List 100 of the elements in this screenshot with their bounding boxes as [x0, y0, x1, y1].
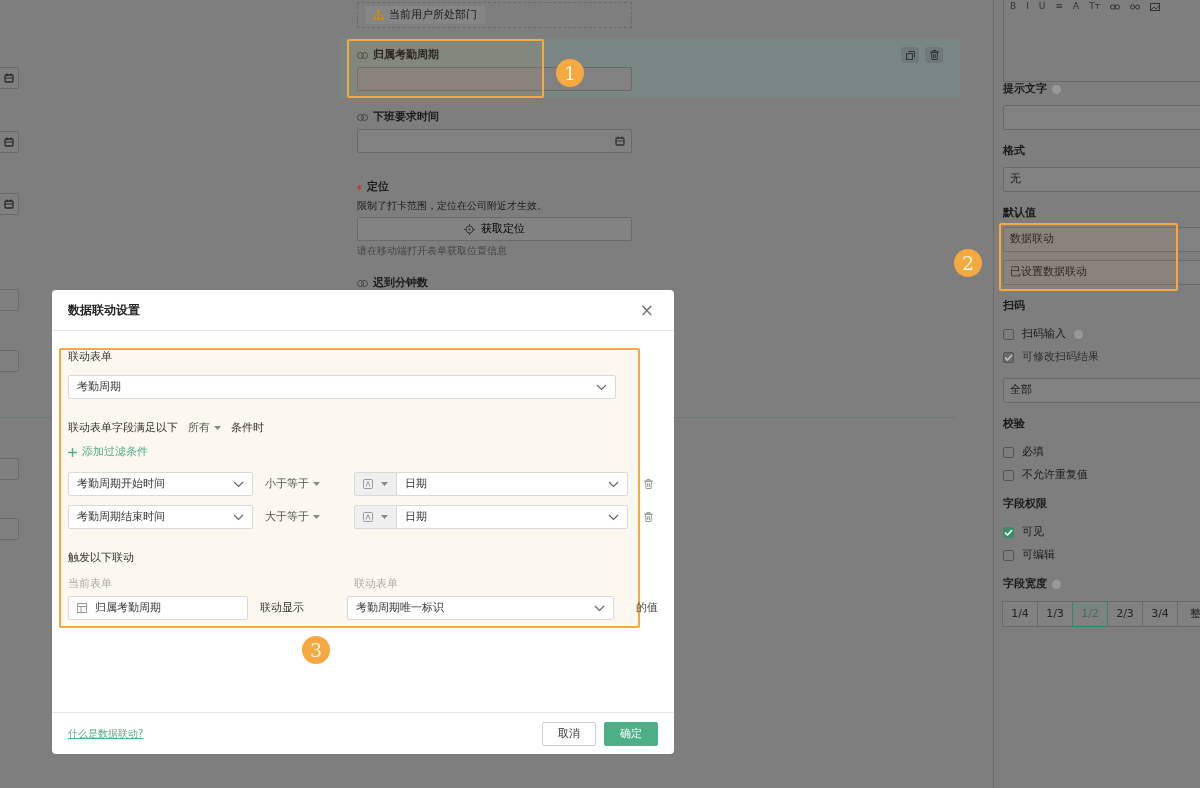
trash-icon	[644, 479, 653, 489]
section-label: 触发以下联动	[68, 551, 135, 565]
section-label: 提示文字	[1003, 80, 1047, 97]
field-select[interactable]: 考勤周期开始时间	[68, 472, 253, 496]
section-label: 字段权限	[1003, 495, 1047, 512]
caret-down-icon	[313, 482, 320, 486]
plus-icon	[68, 447, 77, 457]
width-option[interactable]: 1/3	[1037, 601, 1073, 627]
calendar-icon	[615, 136, 625, 146]
value-select[interactable]: 日期	[397, 472, 628, 496]
form-select[interactable]: 考勤周期	[68, 375, 616, 399]
checkbox-label: 可修改扫码结果	[1022, 348, 1099, 365]
toolbar-button[interactable]: A	[1073, 2, 1080, 11]
unlink-icon	[1129, 2, 1140, 11]
get-location-button[interactable]: 获取定位	[357, 217, 632, 241]
input-field[interactable]	[357, 67, 632, 91]
section-label: 联动表单	[68, 350, 113, 364]
department-chip[interactable]: 当前用户所处部门	[365, 6, 485, 24]
select-field[interactable]: 数据联动	[1003, 227, 1200, 252]
text-type-icon	[363, 512, 373, 522]
width-option[interactable]: 整	[1177, 601, 1200, 627]
help-link[interactable]: 什么是数据联动?	[68, 726, 144, 741]
checkbox[interactable]	[1003, 446, 1014, 458]
delete-button[interactable]	[644, 479, 653, 489]
match-mode-dropdown[interactable]: 所有	[188, 419, 221, 437]
link-icon	[357, 279, 368, 287]
caret-down-icon	[313, 515, 320, 519]
checkbox-label: 可编辑	[1022, 546, 1055, 563]
field-label: 下班要求时间	[373, 108, 439, 125]
status-field: 已设置数据联动	[1003, 260, 1200, 285]
chevron-down-icon	[608, 513, 619, 521]
caret-down-icon	[381, 515, 388, 519]
condition-text: 条件时	[231, 419, 264, 436]
current-field-box: 归属考勤周期	[68, 596, 249, 620]
chevron-down-icon	[596, 383, 607, 391]
delete-button[interactable]	[644, 512, 653, 522]
chevron-down-icon	[594, 604, 605, 612]
width-option[interactable]: 2/3	[1107, 601, 1143, 627]
section-label: 扫码	[1003, 297, 1025, 314]
toolbar-button[interactable]: I	[1026, 2, 1029, 11]
calendar-icon	[4, 137, 14, 147]
check-icon	[1004, 528, 1013, 536]
operator-dropdown[interactable]: 大于等于	[265, 508, 354, 526]
checkbox-label: 不允许重复值	[1022, 466, 1088, 483]
condition-text: 联动表单字段满足以下	[68, 419, 178, 436]
select-field[interactable]: 全部	[1003, 378, 1200, 403]
text-type-icon	[363, 479, 373, 489]
checkbox[interactable]	[1003, 469, 1014, 481]
section-label: 字段宽度	[1003, 575, 1047, 592]
link-icon	[357, 51, 368, 59]
field-select[interactable]: 考勤周期结束时间	[68, 505, 253, 529]
section-label: 校验	[1003, 415, 1025, 432]
chevron-down-icon	[233, 480, 244, 488]
value-type-dropdown[interactable]	[354, 505, 397, 529]
input-field[interactable]: 无	[1003, 167, 1200, 192]
toolbar-button[interactable]: ≡	[1055, 2, 1063, 11]
column-label: 联动表单	[354, 577, 398, 591]
toolbar-button[interactable]: U	[1038, 2, 1046, 11]
add-filter-button[interactable]: 添加过滤条件	[68, 444, 148, 460]
operator-dropdown[interactable]: 小于等于	[265, 475, 354, 493]
toolbar-button[interactable]: B	[1010, 2, 1017, 11]
caret-down-icon	[381, 482, 388, 486]
confirm-button[interactable]: 确定	[604, 721, 658, 746]
checkbox-label: 必填	[1022, 443, 1044, 460]
checkbox[interactable]	[1003, 526, 1014, 538]
chevron-down-icon	[233, 513, 244, 521]
delete-button[interactable]	[925, 47, 943, 63]
checkbox-label: 可见	[1022, 523, 1044, 540]
trash-icon	[644, 512, 653, 522]
value-select[interactable]: 日期	[397, 505, 628, 529]
link-icon	[357, 113, 368, 121]
copy-button[interactable]	[901, 47, 919, 63]
date-field[interactable]	[357, 129, 632, 153]
checkbox[interactable]	[1003, 549, 1014, 561]
step-number-badge: 2	[954, 249, 982, 277]
column-label: 当前表单	[68, 577, 113, 591]
field-description: 限制了打卡范围，定位在公司附近才生效。	[357, 199, 548, 213]
caret-down-icon	[214, 426, 221, 430]
cancel-button[interactable]: 取消	[542, 721, 596, 746]
org-chart-icon	[373, 10, 384, 20]
field-label: 迟到分钟数	[373, 275, 428, 291]
width-option[interactable]: 3/4	[1142, 601, 1178, 627]
linked-field-select[interactable]: 考勤周期唯一标识	[347, 596, 614, 620]
width-option[interactable]: 1/4	[1002, 601, 1038, 627]
link-action-text: 联动显示	[260, 599, 306, 616]
image-icon	[1149, 2, 1160, 11]
calendar-icon	[4, 73, 14, 83]
dialog-title: 数据联动设置	[68, 302, 140, 319]
toolbar-button[interactable]: Tт	[1089, 2, 1100, 11]
close-button[interactable]: ×	[639, 301, 654, 319]
value-type-dropdown[interactable]	[354, 472, 397, 496]
section-label: 默认值	[1003, 204, 1036, 221]
copy-icon	[905, 50, 915, 60]
form-icon	[77, 603, 87, 613]
chevron-down-icon	[608, 480, 619, 488]
section-label: 格式	[1003, 142, 1025, 159]
rich-text-editor[interactable]: B I U ≡ A Tт	[1003, 0, 1200, 82]
trash-icon	[929, 50, 939, 60]
checkbox[interactable]	[1003, 328, 1014, 340]
calendar-icon	[4, 199, 14, 209]
